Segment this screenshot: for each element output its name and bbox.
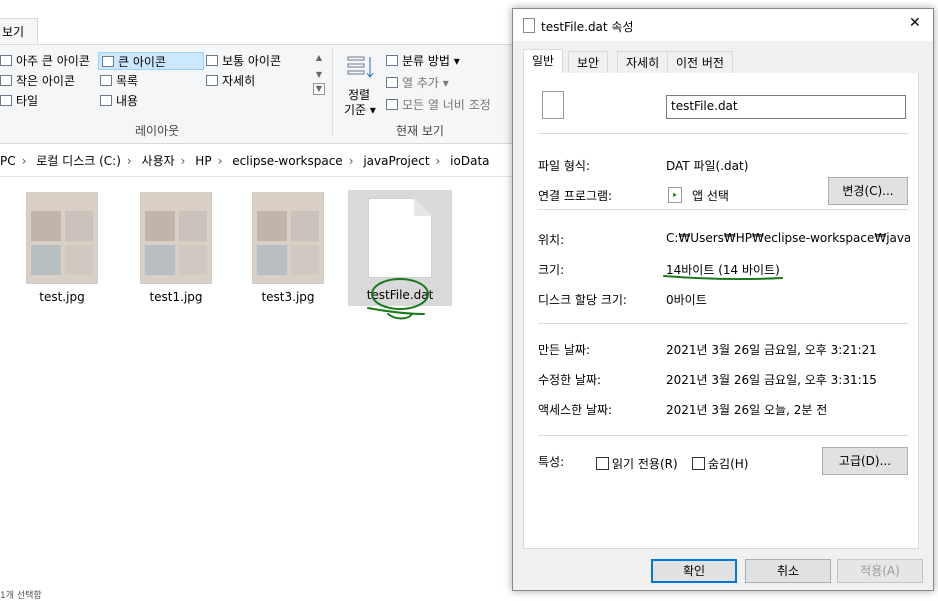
created-label: 만든 날짜:: [538, 343, 591, 357]
expand-icon[interactable]: ▼: [313, 83, 325, 95]
divider: [538, 323, 908, 324]
divider: [0, 176, 513, 177]
disk-size-value: 0바이트: [666, 293, 707, 307]
sort-icon[interactable]: [346, 54, 376, 82]
general-panel: testFile.dat 파일 형식: DAT 파일(.dat) 연결 프로그램…: [523, 73, 919, 549]
small-icons-icon: [0, 75, 12, 86]
breadcrumb-item[interactable]: HP: [195, 154, 211, 168]
details-icon: [206, 75, 218, 86]
fit-columns-button[interactable]: 모든 열 너비 조정: [386, 96, 491, 114]
add-column-button[interactable]: 열 추가 ▾: [386, 74, 449, 92]
file-name: test3.jpg: [261, 290, 315, 304]
properties-dialog: testFile.dat 속성 ✕ 일반 보안 자세히 이전 버전 testFi…: [512, 8, 934, 591]
annotation-circle: [367, 278, 429, 320]
large-icons-icon: [102, 56, 114, 67]
group-by-icon: [386, 55, 398, 66]
tiles-icon: [0, 95, 12, 106]
opens-value: 앱 선택: [692, 189, 729, 203]
annotation-underline: [663, 275, 783, 281]
ok-button[interactable]: 확인: [651, 559, 737, 583]
group-by-button[interactable]: 분류 방법 ▾: [386, 52, 460, 70]
modified-value: 2021년 3월 26일 금요일, 오후 3:31:15: [666, 373, 877, 387]
layout-list[interactable]: 목록: [100, 72, 196, 90]
document-icon: [542, 91, 564, 119]
file-icon: [523, 18, 535, 33]
file-name: test.jpg: [39, 290, 85, 304]
group-label-current-view: 현재 보기: [396, 124, 444, 138]
content-icon: [100, 95, 112, 106]
image-thumbnail: [252, 192, 324, 284]
file-item[interactable]: test3.jpg: [238, 192, 338, 304]
group-label-layout: 레이아웃: [135, 124, 180, 138]
disk-size-label: 디스크 할당 크기:: [538, 293, 627, 307]
breadcrumb[interactable]: PC › 로컬 디스크 (C:) › 사용자 › HP › eclipse-worksp…: [0, 150, 513, 172]
divider: [538, 209, 908, 210]
tab-view[interactable]: 보기: [0, 18, 38, 44]
divider: [538, 435, 908, 436]
advanced-button[interactable]: 고급(D)...: [822, 447, 908, 475]
add-column-icon: [386, 77, 398, 88]
change-button[interactable]: 변경(C)...: [828, 177, 908, 205]
fit-columns-icon: [386, 99, 398, 110]
location-value: C:₩Users₩HP₩eclipse-workspace₩javaProjec: [666, 231, 910, 245]
hidden-checkbox[interactable]: 숨김(H): [692, 455, 748, 472]
tab-previous-versions[interactable]: 이전 버전: [667, 51, 733, 73]
checkbox-icon[interactable]: [596, 457, 609, 470]
ribbon-divider: [332, 48, 333, 136]
tab-general[interactable]: 일반: [523, 49, 564, 74]
breadcrumb-item[interactable]: 사용자: [142, 154, 175, 168]
layout-scroll[interactable]: ▲ ▼ ▼: [313, 53, 325, 109]
breadcrumb-item[interactable]: eclipse-workspace: [232, 154, 342, 168]
close-icon[interactable]: ✕: [909, 15, 921, 31]
list-icon: [100, 75, 112, 86]
image-thumbnail: [26, 192, 98, 284]
breadcrumb-item[interactable]: PC: [0, 154, 16, 168]
location-label: 위치:: [538, 233, 565, 247]
medium-icons-icon: [206, 55, 218, 66]
type-value: DAT 파일(.dat): [666, 159, 749, 173]
scroll-up-icon[interactable]: ▲: [313, 53, 325, 62]
layout-tiles[interactable]: 타일: [0, 92, 96, 110]
app-icon: ▸: [668, 187, 682, 203]
layout-medium-icons[interactable]: 보통 아이콘: [206, 52, 310, 70]
breadcrumb-item[interactable]: javaProject: [363, 154, 429, 168]
breadcrumb-item[interactable]: 로컬 디스크 (C:): [36, 154, 121, 168]
checkbox-icon[interactable]: [692, 457, 705, 470]
type-label: 파일 형식:: [538, 159, 591, 173]
modified-label: 수정한 날짜:: [538, 373, 602, 387]
file-item[interactable]: test1.jpg: [126, 192, 226, 304]
tab-security[interactable]: 보안: [568, 51, 609, 73]
image-thumbnail: [140, 192, 212, 284]
apply-button[interactable]: 적용(A): [837, 559, 923, 583]
xl-icons-icon: [0, 55, 12, 66]
breadcrumb-item[interactable]: ioData: [450, 154, 489, 168]
dialog-title: testFile.dat 속성: [541, 20, 634, 34]
file-item[interactable]: test.jpg: [12, 192, 112, 304]
file-name: test1.jpg: [149, 290, 203, 304]
filename-input[interactable]: testFile.dat: [666, 95, 906, 119]
layout-content[interactable]: 내용: [100, 92, 196, 110]
created-value: 2021년 3월 26일 금요일, 오후 3:21:21: [666, 343, 877, 357]
status-bar-text: 1개 선택함: [0, 591, 42, 601]
document-icon: [368, 198, 432, 278]
layout-small-icons[interactable]: 작은 아이콘: [0, 72, 96, 90]
tab-details[interactable]: 자세히: [617, 51, 669, 73]
opens-label: 연결 프로그램:: [538, 189, 613, 203]
layout-xl-icons[interactable]: 아주 큰 아이콘: [0, 52, 96, 70]
readonly-checkbox[interactable]: 읽기 전용(R): [596, 455, 678, 472]
layout-large-icons[interactable]: 큰 아이콘: [98, 52, 204, 70]
size-label: 크기:: [538, 263, 565, 277]
cancel-button[interactable]: 취소: [745, 559, 831, 583]
layout-details[interactable]: 자세히: [206, 72, 302, 90]
sort-sub-label[interactable]: 기준 ▾: [344, 101, 376, 118]
attributes-label: 특성:: [538, 455, 565, 469]
accessed-label: 액세스한 날짜:: [538, 403, 613, 417]
divider: [538, 133, 908, 134]
scroll-down-icon[interactable]: ▼: [313, 70, 325, 79]
accessed-value: 2021년 3월 26일 오늘, 2분 전: [666, 403, 828, 417]
